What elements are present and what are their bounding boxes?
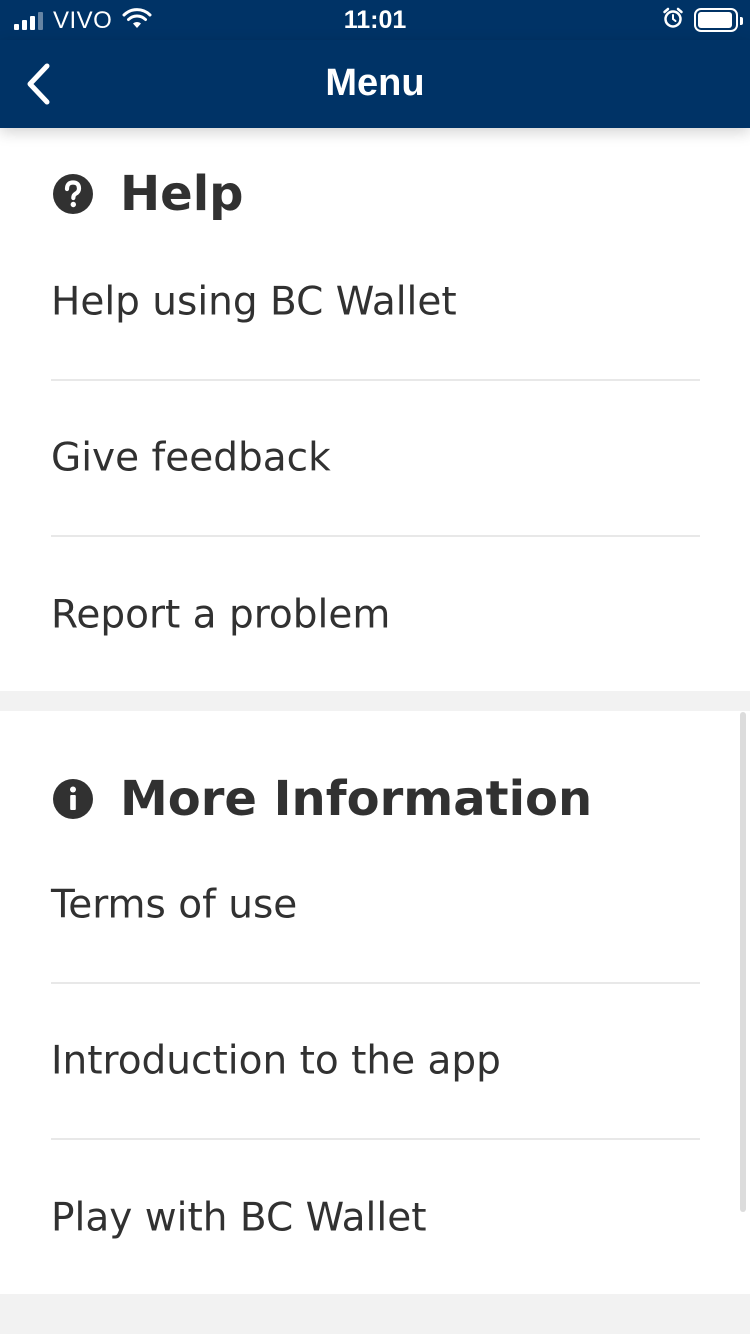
help-section-title: Help [120,166,244,222]
more-information-section: More Information Terms of use Introducti… [0,711,750,1294]
menu-item-label: Give feedback [51,435,331,481]
more-information-section-header: More Information [52,771,592,827]
menu-item-give-feedback[interactable]: Give feedback [51,381,700,537]
alarm-icon [662,7,684,33]
more-information-section-title: More Information [120,771,593,827]
menu-item-label: Introduction to the app [51,1038,501,1084]
navigation-bar: Menu [0,40,750,128]
menu-item-label: Help using BC Wallet [51,279,457,325]
help-section: Help Help using BC Wallet Give feedback … [0,128,750,691]
menu-item-label: Terms of use [51,882,298,928]
status-right [662,7,743,33]
menu-item-report-a-problem[interactable]: Report a problem [51,537,700,693]
help-section-header: Help [52,166,244,222]
menu-item-play-with-bc-wallet[interactable]: Play with BC Wallet [51,1140,700,1296]
menu-item-terms-of-use[interactable]: Terms of use [51,828,700,984]
menu-item-help-using-bc-wallet[interactable]: Help using BC Wallet [51,225,700,381]
scrollbar[interactable] [740,712,746,1212]
battery-icon [694,8,743,32]
status-time: 11:01 [343,6,407,34]
menu-item-label: Play with BC Wallet [51,1195,427,1241]
menu-item-introduction-to-the-app[interactable]: Introduction to the app [51,984,700,1140]
menu-item-label: Report a problem [51,592,391,638]
info-circle-icon [52,778,94,820]
question-circle-icon [52,173,94,215]
page-title: Menu [325,62,425,104]
status-bar: VIVO 11:01 [0,0,750,40]
